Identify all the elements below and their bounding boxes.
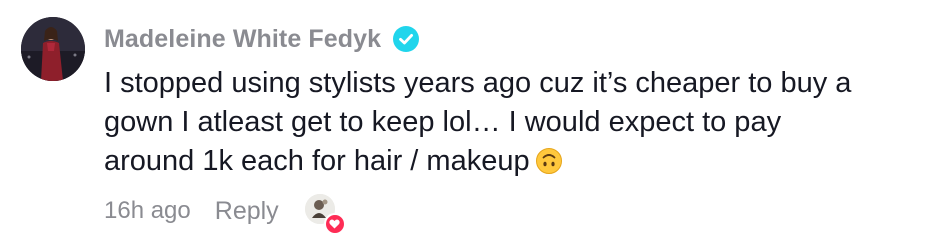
- creator-liked-indicator: [304, 194, 346, 235]
- comment-text-line: around 1k each for hair / makeup: [104, 142, 904, 181]
- heart-icon: [323, 213, 346, 235]
- upside-down-face-emoji: [535, 146, 562, 174]
- username[interactable]: Madeleine White Fedyk: [104, 25, 381, 54]
- comment-text-line-content: around 1k each for hair / makeup: [104, 145, 530, 177]
- verified-check-icon: [393, 26, 420, 52]
- comment-meta: 16h ago Reply: [104, 194, 346, 235]
- comment-text-line: I stopped using stylists years ago cuz i…: [104, 67, 852, 99]
- timestamp: 16h ago: [104, 197, 191, 224]
- reply-button[interactable]: Reply: [215, 197, 279, 226]
- comment-text: I stopped using stylists years ago cuz i…: [104, 64, 904, 181]
- avatar-image: [21, 17, 85, 81]
- username-row: Madeleine White Fedyk: [104, 22, 420, 56]
- comment-item: Madeleine White Fedyk I stopped using st…: [0, 0, 928, 242]
- avatar[interactable]: [21, 17, 85, 81]
- comment-text-line: gown I atleast get to keep lol… I would …: [104, 106, 782, 138]
